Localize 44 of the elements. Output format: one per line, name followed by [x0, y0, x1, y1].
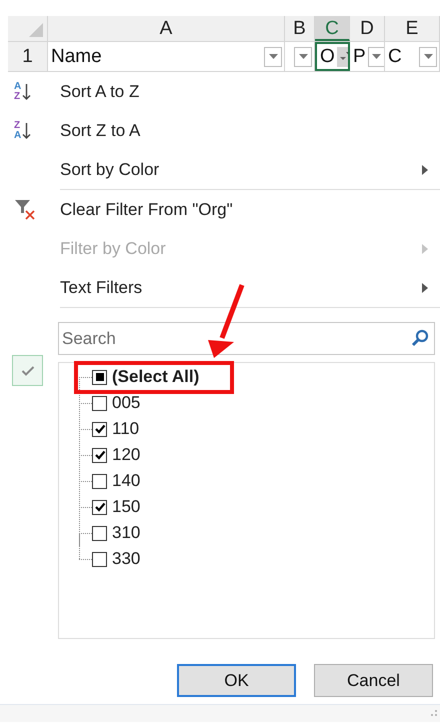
checkbox[interactable] — [92, 526, 107, 540]
list-item-label[interactable]: 120 — [112, 445, 140, 465]
list-item-label[interactable]: 110 — [112, 419, 140, 439]
menu-item[interactable]: Z A Sort Z to A — [0, 111, 440, 150]
row-header[interactable]: 1 — [8, 42, 48, 71]
list-item-label[interactable]: 150 — [112, 497, 140, 517]
cell-text: O — [320, 46, 335, 68]
ok-button[interactable]: OK — [177, 664, 296, 697]
column-header[interactable]: D — [350, 16, 385, 41]
cell-text: C — [388, 46, 403, 68]
menu-item[interactable]: A Z Sort A to Z — [0, 72, 440, 111]
list-item-label[interactable]: 005 — [112, 393, 140, 413]
checkbox[interactable] — [92, 370, 107, 384]
list-item-label[interactable]: 330 — [112, 549, 140, 569]
resize-grip-icon[interactable] — [430, 708, 438, 718]
cell-text: Name — [51, 46, 103, 68]
filter-dropdown-button[interactable] — [368, 46, 384, 66]
filter-dropdown-button[interactable] — [294, 46, 312, 66]
check-icon[interactable] — [12, 355, 43, 386]
caret-icon — [268, 54, 278, 59]
search-field[interactable]: Search — [58, 322, 435, 355]
filter-dropdown-button[interactable] — [419, 46, 437, 66]
list-item-label[interactable]: 140 — [112, 471, 140, 491]
caret-icon — [424, 54, 432, 59]
menu-item[interactable]: Sort by Color — [0, 150, 440, 189]
checkbox[interactable] — [92, 474, 107, 488]
filter-dropdown-button[interactable] — [264, 46, 282, 66]
checkbox[interactable] — [92, 396, 107, 410]
column-header[interactable]: C — [315, 16, 350, 41]
search-icon — [411, 329, 429, 347]
checkbox[interactable] — [92, 448, 107, 462]
column-header[interactable]: A — [48, 16, 285, 41]
column-header[interactable]: E — [385, 16, 440, 41]
checkbox[interactable] — [92, 422, 107, 436]
list-item-label[interactable]: (Select All) — [112, 367, 200, 387]
caret-icon — [372, 54, 382, 59]
cell-text: P — [353, 46, 366, 68]
cancel-button[interactable]: Cancel — [314, 664, 433, 697]
menu-item[interactable]: Text Filters — [0, 268, 440, 307]
menu-item[interactable]: Clear Filter From "Org" — [0, 190, 440, 229]
list-item-label[interactable]: 310 — [112, 523, 140, 543]
checkbox[interactable] — [92, 500, 107, 514]
caret-icon — [298, 54, 308, 59]
checkbox[interactable] — [92, 552, 107, 566]
